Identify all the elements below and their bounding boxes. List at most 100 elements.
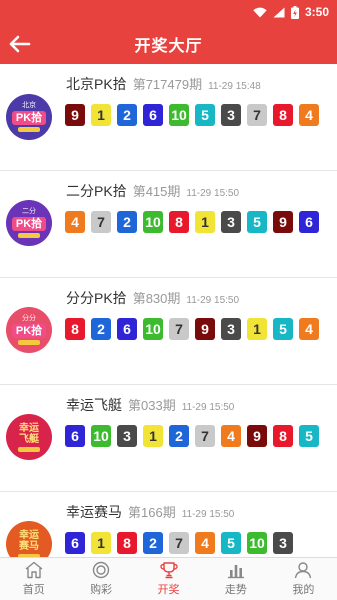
game-header: 幸运飞艇 第033期 11-29 15:50	[66, 395, 234, 415]
number-ball: 5	[247, 211, 267, 233]
number-ball: 8	[169, 211, 189, 233]
back-arrow-icon[interactable]	[6, 30, 34, 58]
logo-main-text: PK拾	[11, 324, 47, 338]
status-time: 3:50	[304, 5, 329, 19]
number-ball: 9	[273, 211, 293, 233]
game-period: 第717479期	[132, 77, 203, 92]
app-bar: 开奖大厅	[0, 24, 337, 64]
number-ball: 9	[65, 104, 85, 126]
tab-results-label: 开奖	[157, 584, 180, 596]
number-ball: 8	[273, 425, 293, 447]
number-ball: 2	[117, 104, 137, 126]
game-logo-icon: 北京 PK拾	[6, 94, 52, 140]
number-ball: 1	[195, 211, 215, 233]
logo-top-text: 北京	[22, 102, 36, 109]
number-ball: 5	[195, 104, 215, 126]
result-numbers: 9 1 2 6 10 5 3 7 8 4	[65, 104, 333, 130]
logo-top-text: 二分	[22, 208, 36, 215]
number-ball: 8	[273, 104, 293, 126]
game-name: 分分PK拾	[66, 290, 127, 306]
bottom-tab-bar: 首页 购彩 开奖 走势 我的	[0, 557, 337, 600]
lottery-result-list[interactable]: 北京 PK拾 北京PK拾 第717479期 11-29 15:48 9 1 2 6 10 5 3 7 8 4…	[0, 64, 337, 557]
tab-results[interactable]: 开奖	[135, 558, 202, 600]
number-ball: 4	[195, 532, 215, 554]
number-ball: 3	[273, 532, 293, 554]
logo-text: 幸运 飞艇	[19, 422, 39, 445]
number-ball: 3	[117, 425, 137, 447]
game-header: 幸运赛马 第166期 11-29 15:50	[66, 502, 234, 522]
game-name: 幸运飞艇	[66, 397, 122, 413]
game-logo-icon: 二分 PK拾	[6, 200, 52, 246]
logo-main-text: PK拾	[11, 111, 47, 125]
number-ball: 4	[299, 318, 319, 340]
coin-icon	[92, 561, 110, 579]
number-ball: 4	[65, 211, 85, 233]
game-time: 11-29 15:50	[186, 295, 240, 306]
tab-mine[interactable]: 我的	[270, 558, 337, 600]
game-time: 11-29 15:50	[181, 509, 235, 520]
result-numbers: 4 7 2 10 8 1 3 5 9 6	[65, 211, 333, 237]
number-ball: 1	[91, 104, 111, 126]
number-ball: 2	[91, 318, 111, 340]
logo-main-text: PK拾	[11, 217, 47, 231]
number-ball: 10	[143, 318, 163, 340]
number-ball: 5	[299, 425, 319, 447]
number-ball: 4	[221, 425, 241, 447]
game-period: 第166期	[128, 505, 176, 520]
number-ball: 5	[273, 318, 293, 340]
user-icon	[295, 562, 312, 579]
game-row[interactable]: 二分 PK拾 二分PK拾 第415期 11-29 15:50 4 7 2 10 8 1 3 5 9 6	[0, 171, 337, 278]
number-ball: 1	[143, 425, 163, 447]
number-ball: 7	[169, 532, 189, 554]
number-ball: 10	[143, 211, 163, 233]
number-ball: 10	[169, 104, 189, 126]
logo-ribbon	[18, 446, 40, 452]
tab-home[interactable]: 首页	[0, 558, 67, 600]
signal-icon	[273, 7, 285, 18]
number-ball: 7	[247, 104, 267, 126]
game-row[interactable]: 分分 PK拾 分分PK拾 第830期 11-29 15:50 8 2 6 10 7 9 3 1 5 4	[0, 278, 337, 385]
chart-icon	[227, 565, 244, 579]
number-ball: 6	[65, 425, 85, 447]
number-ball: 10	[91, 425, 111, 447]
number-ball: 4	[299, 104, 319, 126]
result-numbers: 8 2 6 10 7 9 3 1 5 4	[65, 318, 333, 344]
number-ball: 7	[195, 425, 215, 447]
status-bar: 3:50	[0, 0, 337, 24]
game-period: 第033期	[128, 398, 176, 413]
game-row[interactable]: 幸运 赛马 幸运赛马 第166期 11-29 15:50 6 1 8 2 7 4 5 10 3	[0, 492, 337, 557]
game-time: 11-29 15:50	[181, 402, 235, 413]
number-ball: 3	[221, 318, 241, 340]
home-icon	[25, 561, 43, 579]
number-ball: 6	[299, 211, 319, 233]
number-ball: 6	[143, 104, 163, 126]
game-logo-icon: 幸运 飞艇	[6, 414, 52, 460]
logo-ribbon	[18, 340, 40, 345]
number-ball: 3	[221, 211, 241, 233]
trophy-icon	[159, 562, 178, 579]
number-ball: 7	[169, 318, 189, 340]
game-row[interactable]: 幸运 飞艇 幸运飞艇 第033期 11-29 15:50 6 10 3 1 2 7 4 9 8 5	[0, 385, 337, 492]
logo-top-text: 分分	[22, 315, 36, 322]
number-ball: 8	[65, 318, 85, 340]
game-name: 二分PK拾	[66, 183, 127, 199]
wifi-icon	[253, 7, 267, 18]
number-ball: 1	[91, 532, 111, 554]
number-ball: 2	[143, 532, 163, 554]
tab-buy[interactable]: 购彩	[67, 558, 134, 600]
game-name: 北京PK拾	[66, 76, 127, 92]
game-logo-icon: 分分 PK拾	[6, 307, 52, 353]
tab-mine-label: 我的	[292, 584, 315, 596]
tab-trend[interactable]: 走势	[202, 558, 269, 600]
number-ball: 5	[221, 532, 241, 554]
game-time: 11-29 15:50	[186, 188, 240, 199]
tab-home-label: 首页	[22, 584, 45, 596]
game-header: 二分PK拾 第415期 11-29 15:50	[66, 181, 239, 201]
game-row[interactable]: 北京 PK拾 北京PK拾 第717479期 11-29 15:48 9 1 2 6 10 5 3 7 8 4	[0, 64, 337, 171]
game-logo-icon: 幸运 赛马	[6, 521, 52, 557]
game-period: 第830期	[132, 291, 181, 306]
number-ball: 2	[117, 211, 137, 233]
number-ball: 3	[221, 104, 241, 126]
game-time: 11-29 15:48	[208, 81, 261, 92]
game-header: 分分PK拾 第830期 11-29 15:50	[66, 288, 239, 308]
